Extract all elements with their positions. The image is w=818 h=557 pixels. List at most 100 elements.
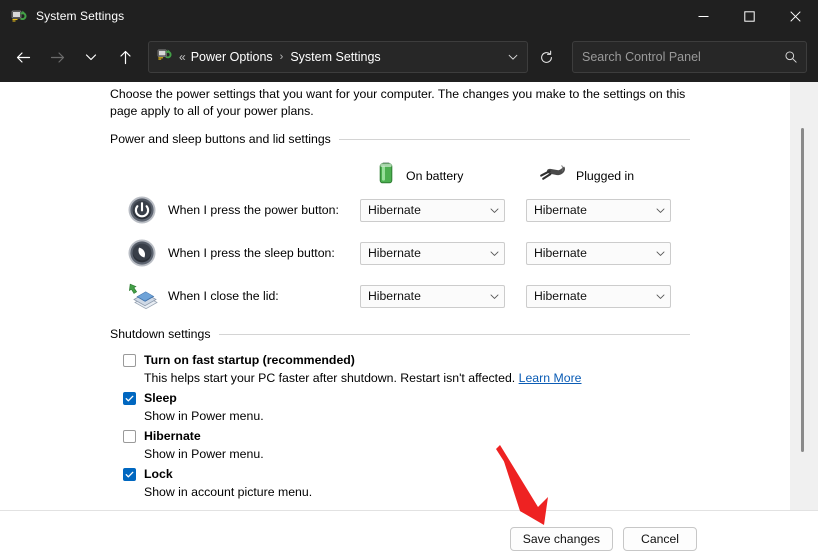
checkbox-row[interactable]: Lock	[110, 466, 710, 482]
back-button[interactable]	[6, 40, 40, 74]
cancel-button[interactable]: Cancel	[623, 527, 697, 551]
close-button[interactable]	[772, 0, 818, 32]
shutdown-option-hibernate: Hibernate Show in Power menu.	[110, 428, 710, 461]
breadcrumb-separator: ›	[273, 51, 291, 63]
power-button-icon	[124, 195, 160, 225]
checkbox-description: Show in account picture menu.	[144, 485, 710, 499]
refresh-button[interactable]	[530, 41, 562, 73]
fast-startup-checkbox[interactable]	[123, 354, 136, 367]
save-changes-button[interactable]: Save changes	[510, 527, 613, 551]
dropdown-value: Hibernate	[361, 289, 484, 303]
dropdown-value: Hibernate	[527, 289, 650, 303]
setting-label: When I press the sleep button:	[168, 246, 360, 260]
chevron-down-icon	[484, 248, 504, 259]
column-header-on-battery: On battery	[375, 160, 463, 191]
system-settings-window: System Settings	[0, 0, 818, 557]
chevron-down-icon	[507, 51, 519, 63]
checkbox-description: Show in Power menu.	[144, 409, 710, 423]
checkbox-row[interactable]: Turn on fast startup (recommended)	[110, 352, 710, 368]
lock-checkbox[interactable]	[123, 468, 136, 481]
shutdown-option-sleep: Sleep Show in Power menu.	[110, 390, 710, 423]
section-label: Shutdown settings	[110, 327, 219, 341]
setting-label: When I close the lid:	[168, 289, 360, 303]
chevron-down-icon	[484, 291, 504, 302]
scrollbar-thumb[interactable]	[801, 128, 804, 452]
maximize-button[interactable]	[726, 0, 772, 32]
title-bar-left: System Settings	[0, 8, 680, 24]
chevron-down-icon	[650, 291, 670, 302]
laptop-lid-icon	[124, 281, 160, 311]
breadcrumb-overflow[interactable]: «	[179, 50, 191, 64]
refresh-icon	[539, 50, 554, 65]
address-bar[interactable]: « Power Options › System Settings	[148, 41, 528, 73]
breadcrumb-item-power-options[interactable]: Power Options	[191, 50, 273, 64]
column-header-plugged-in: Plugged in	[537, 162, 634, 189]
footer-buttons: Save changes Cancel	[510, 527, 697, 551]
checkbox-label: Lock	[144, 467, 173, 481]
window-title: System Settings	[36, 9, 124, 23]
sleep-checkbox[interactable]	[123, 392, 136, 405]
power-button-on-battery-dropdown[interactable]: Hibernate	[360, 199, 505, 222]
column-label: On battery	[406, 169, 463, 183]
checkbox-row[interactable]: Sleep	[110, 390, 710, 406]
chevron-down-icon	[650, 205, 670, 216]
search-box[interactable]: Search Control Panel	[572, 41, 807, 73]
setting-label: When I press the power button:	[168, 203, 360, 217]
sleep-button-icon	[124, 238, 160, 268]
breadcrumb: « Power Options › System Settings	[172, 50, 499, 64]
maximize-icon	[744, 11, 755, 22]
section-header-power-sleep-lid: Power and sleep buttons and lid settings	[110, 132, 690, 146]
search-icon[interactable]	[776, 42, 806, 72]
close-lid-plugged-in-dropdown[interactable]: Hibernate	[526, 285, 671, 308]
up-button[interactable]	[108, 40, 142, 74]
navigation-toolbar: « Power Options › System Settings Search…	[0, 32, 818, 82]
learn-more-link[interactable]: Learn More	[519, 371, 582, 385]
footer-bar: Save changes Cancel	[0, 510, 818, 557]
power-button-plugged-in-dropdown[interactable]: Hibernate	[526, 199, 671, 222]
close-lid-on-battery-dropdown[interactable]: Hibernate	[360, 285, 505, 308]
checkbox-label: Hibernate	[144, 429, 201, 443]
dropdown-value: Hibernate	[361, 246, 484, 260]
checkbox-label: Turn on fast startup (recommended)	[144, 353, 355, 367]
back-arrow-icon	[15, 49, 32, 66]
checkbox-description: This helps start your PC faster after sh…	[144, 371, 710, 385]
up-arrow-icon	[117, 49, 134, 66]
section-label: Power and sleep buttons and lid settings	[110, 132, 339, 146]
checkbox-label: Sleep	[144, 391, 177, 405]
hibernate-checkbox[interactable]	[123, 430, 136, 443]
dropdown-value: Hibernate	[361, 203, 484, 217]
column-label: Plugged in	[576, 169, 634, 183]
address-dropdown-button[interactable]	[499, 42, 527, 72]
chevron-down-icon	[484, 205, 504, 216]
check-icon	[125, 394, 134, 403]
close-icon	[790, 11, 801, 22]
setting-row-power-button: When I press the power button: Hibernate…	[110, 195, 690, 225]
checkbox-row[interactable]: Hibernate	[110, 428, 710, 444]
section-header-shutdown-settings: Shutdown settings	[110, 327, 690, 341]
breadcrumb-item-system-settings[interactable]: System Settings	[290, 50, 380, 64]
section-rule	[339, 139, 690, 140]
forward-button[interactable]	[40, 40, 74, 74]
description-text: This helps start your PC faster after sh…	[144, 371, 519, 385]
system-settings-icon	[11, 8, 27, 24]
shutdown-option-lock: Lock Show in account picture menu.	[110, 466, 710, 499]
intro-text: Choose the power settings that you want …	[110, 86, 695, 120]
forward-arrow-icon	[49, 49, 66, 66]
shutdown-option-fast-startup: Turn on fast startup (recommended) This …	[110, 352, 710, 385]
sleep-button-plugged-in-dropdown[interactable]: Hibernate	[526, 242, 671, 265]
power-plug-icon	[537, 162, 567, 189]
settings-content: Choose the power settings that you want …	[0, 82, 818, 510]
window-controls	[680, 0, 818, 32]
chevron-down-icon	[650, 248, 670, 259]
vertical-scrollbar[interactable]	[790, 82, 818, 510]
address-bar-icon	[157, 47, 172, 67]
search-input[interactable]: Search Control Panel	[573, 50, 776, 64]
recent-locations-button[interactable]	[74, 40, 108, 74]
dropdown-value: Hibernate	[527, 203, 650, 217]
minimize-button[interactable]	[680, 0, 726, 32]
battery-icon	[375, 160, 397, 191]
sleep-button-on-battery-dropdown[interactable]: Hibernate	[360, 242, 505, 265]
setting-row-sleep-button: When I press the sleep button: Hibernate…	[110, 238, 690, 268]
checkbox-description: Show in Power menu.	[144, 447, 710, 461]
title-bar: System Settings	[0, 0, 818, 32]
